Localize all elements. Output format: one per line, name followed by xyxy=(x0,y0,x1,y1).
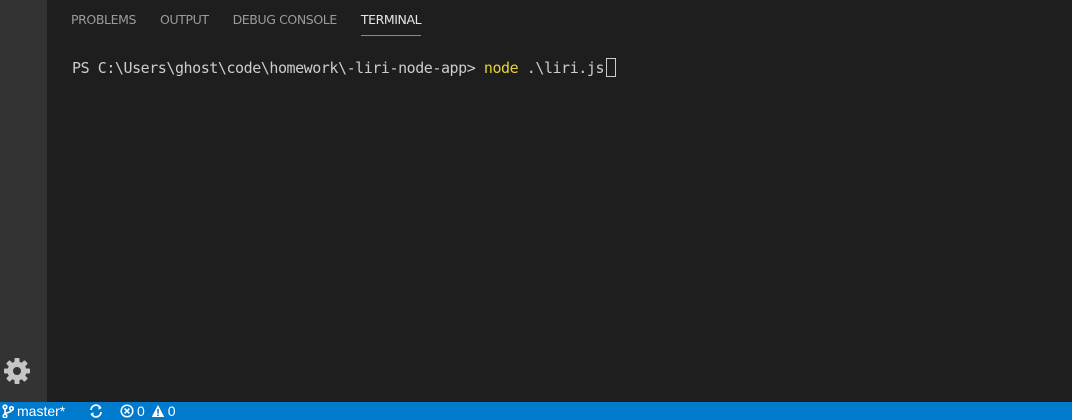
error-icon xyxy=(120,404,134,418)
sync-button[interactable] xyxy=(88,402,104,420)
activity-bar xyxy=(0,0,47,402)
sync-icon xyxy=(90,404,102,418)
warning-icon xyxy=(151,405,165,417)
gear-icon[interactable] xyxy=(2,356,32,386)
terminal-command: node xyxy=(483,59,519,77)
error-count: 0 xyxy=(137,403,145,419)
bottom-panel: PROBLEMS OUTPUT DEBUG CONSOLE TERMINAL P… xyxy=(47,0,1072,402)
tab-problems[interactable]: PROBLEMS xyxy=(71,0,136,36)
terminal-prompt: PS C:\Users\ghost\code\homework\-liri-no… xyxy=(72,59,484,77)
git-branch-icon xyxy=(2,404,14,418)
branch-indicator[interactable]: master* xyxy=(2,402,65,420)
status-bar: master* 0 0 xyxy=(0,402,1072,420)
tab-output[interactable]: OUTPUT xyxy=(160,0,209,36)
terminal-cursor xyxy=(606,58,617,77)
problems-indicator[interactable]: 0 0 xyxy=(120,402,182,420)
branch-name: master* xyxy=(17,403,66,419)
warning-count: 0 xyxy=(167,403,176,419)
terminal-args: .\liri.js xyxy=(518,59,605,77)
tab-terminal[interactable]: TERMINAL xyxy=(360,0,422,36)
panel-tabs: PROBLEMS OUTPUT DEBUG CONSOLE TERMINAL xyxy=(71,0,445,36)
tab-debug-console[interactable]: DEBUG CONSOLE xyxy=(233,0,338,36)
terminal-output[interactable]: PS C:\Users\ghost\code\homework\-liri-no… xyxy=(72,58,617,78)
